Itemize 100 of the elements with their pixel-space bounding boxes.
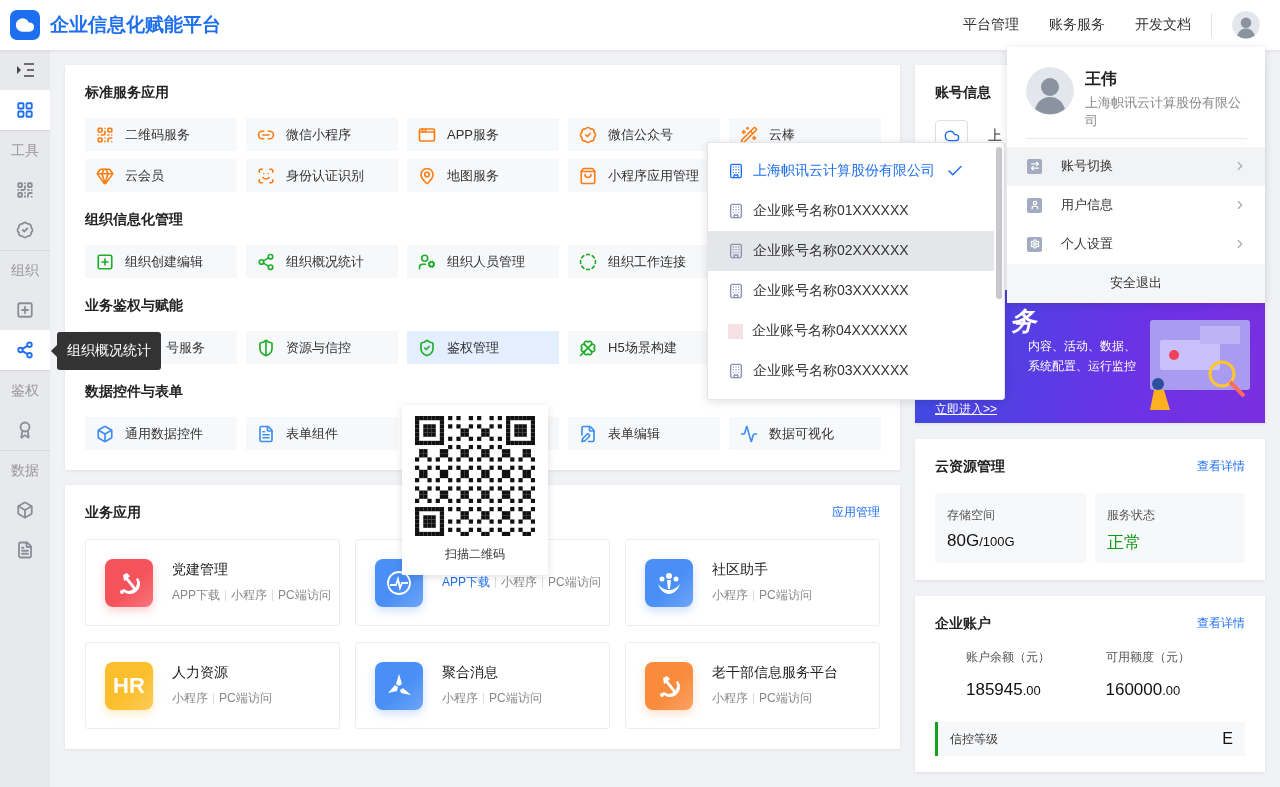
app-name: 人力资源 — [172, 664, 229, 682]
company-name: 上 — [988, 127, 1002, 145]
app-link[interactable]: 小程序 — [442, 690, 478, 707]
shield-icon — [257, 338, 275, 357]
service-tile[interactable]: 鉴权管理 — [407, 331, 559, 364]
app-card[interactable]: 老干部信息服务平台 小程序 PC端访问 — [625, 642, 880, 729]
app-link[interactable]: PC端访问 — [219, 690, 272, 707]
gem-icon — [96, 166, 114, 185]
account-option[interactable]: 企业账号名称02XXXXXX — [708, 231, 994, 271]
logout-button[interactable]: 安全退出 — [1007, 263, 1265, 303]
amount-decimals: .00 — [1162, 683, 1181, 698]
app-link[interactable]: 小程序 — [501, 574, 537, 591]
sidebar-item[interactable] — [0, 90, 50, 130]
credit-label: 信控等级 — [950, 730, 998, 748]
user-icon — [1027, 197, 1042, 213]
nav-link[interactable]: 开发文档 — [1135, 16, 1191, 34]
banner-text: 内容、活动、数据、 — [1028, 338, 1136, 355]
app-card[interactable]: 党建管理 APP下载 小程序 PC端访问 — [85, 539, 340, 626]
account-name: 上海帜讯云计算股份有限公司 — [753, 162, 936, 180]
app-link[interactable]: 小程序 — [712, 690, 748, 707]
user-name: 王伟 — [1085, 69, 1118, 89]
app-link[interactable]: PC端访问 — [278, 587, 331, 604]
badge-check-icon — [579, 125, 597, 144]
section-title: 数据控件与表单 — [85, 382, 183, 401]
add-icon — [96, 252, 114, 271]
scrollbar[interactable] — [996, 147, 1002, 299]
clover-icon — [579, 338, 597, 357]
user-menu-item[interactable]: 账号切换 — [1007, 147, 1265, 186]
app-logo-text: HR — [113, 672, 145, 699]
service-tile[interactable]: 云会员 — [85, 159, 237, 192]
service-tile[interactable]: 组织概况统计 — [246, 245, 398, 278]
document-icon — [16, 541, 34, 559]
account-name: 企业账号名称03XXXXXX — [753, 282, 910, 300]
user-menu-item[interactable]: 用户信息 — [1007, 186, 1265, 225]
amount-value: 185945 — [966, 680, 1023, 700]
app-link[interactable]: PC端访问 — [548, 574, 601, 591]
app-card[interactable]: HR 人力资源 小程序 PC端访问 — [85, 642, 340, 729]
section-title: 业务鉴权与赋能 — [85, 296, 183, 315]
building-icon — [728, 163, 744, 179]
service-tile[interactable]: 通用数据控件 — [85, 417, 237, 450]
qr-caption: 扫描二维码 — [445, 546, 505, 563]
account-name: 企业账号名称03XXXXXX — [753, 362, 910, 380]
qr-code-icon — [96, 125, 114, 144]
user-avatar[interactable] — [1026, 67, 1074, 115]
service-tile[interactable]: APP服务 — [407, 118, 559, 151]
app-window-icon — [418, 125, 436, 144]
user-menu-item[interactable]: 个人设置 — [1007, 224, 1265, 264]
service-tile[interactable]: 组织人员管理 — [407, 245, 559, 278]
building-icon — [728, 203, 744, 219]
manage-link[interactable]: 应用管理 — [832, 503, 880, 521]
stat-label: 账户余额（元） — [966, 649, 1051, 666]
qr-code-icon — [16, 181, 34, 199]
service-tile[interactable]: 数据可视化 — [729, 417, 881, 450]
sidebar-item[interactable] — [0, 330, 50, 370]
shield-check-icon — [418, 338, 436, 357]
enter-link[interactable]: 立即进入>> — [935, 402, 997, 416]
app-link[interactable]: PC端访问 — [759, 690, 812, 707]
menu-toggle-icon — [16, 62, 34, 78]
app-link[interactable]: 小程序 — [231, 587, 267, 604]
document-icon — [257, 424, 275, 443]
magic-wand-icon — [740, 125, 758, 144]
app-card[interactable]: 聚合消息 小程序 PC端访问 — [355, 642, 610, 729]
avatar[interactable] — [1232, 11, 1260, 39]
app-card[interactable]: 社区助手 小程序 PC端访问 — [625, 539, 880, 626]
app-link[interactable]: PC端访问 — [489, 690, 542, 707]
settings-icon — [1027, 236, 1042, 252]
service-tile[interactable]: 微信公众号 — [568, 118, 720, 151]
building-icon — [728, 283, 744, 299]
details-link[interactable]: 查看详情 — [1197, 614, 1245, 632]
face-scan-icon — [257, 166, 275, 185]
add-icon — [16, 301, 34, 319]
building-icon — [728, 363, 744, 379]
account-name: 企业账号名称02XXXXXX — [753, 242, 910, 260]
service-tile[interactable]: 表单组件 — [246, 417, 398, 450]
app-name: 老干部信息服务平台 — [712, 664, 838, 682]
details-link[interactable]: 查看详情 — [1197, 457, 1245, 475]
stat-total: /100G — [979, 534, 1015, 549]
service-tile[interactable]: 表单编辑 — [568, 417, 720, 450]
service-tile[interactable]: 地图服务 — [407, 159, 559, 192]
account-name: 企业账号名称04XXXXXX — [752, 322, 909, 340]
service-tile[interactable]: 身份认证识别 — [246, 159, 398, 192]
nav-link[interactable]: 账务服务 — [1049, 16, 1105, 34]
service-tile[interactable]: 组织创建编辑 — [85, 245, 237, 278]
app-link[interactable]: 小程序 — [712, 587, 748, 604]
app-name: 社区助手 — [712, 561, 769, 579]
section-title: 标准服务应用 — [85, 83, 169, 102]
cube-icon — [16, 501, 34, 519]
cube-icon — [96, 424, 114, 443]
app-link[interactable]: 小程序 — [172, 690, 208, 707]
app-name: 党建管理 — [172, 561, 229, 579]
service-tile[interactable]: 资源与信控 — [246, 331, 398, 364]
app-link[interactable]: APP下载 — [172, 587, 220, 604]
service-tile[interactable]: 二维码服务 — [85, 118, 237, 151]
app-link[interactable]: APP下载 — [442, 574, 490, 591]
nav-link[interactable]: 平台管理 — [963, 16, 1019, 34]
placeholder-icon — [728, 323, 743, 339]
nodes-icon — [257, 252, 275, 271]
app-link[interactable]: PC端访问 — [759, 587, 812, 604]
chart-icon — [740, 424, 758, 443]
service-tile[interactable]: 微信小程序 — [246, 118, 398, 151]
